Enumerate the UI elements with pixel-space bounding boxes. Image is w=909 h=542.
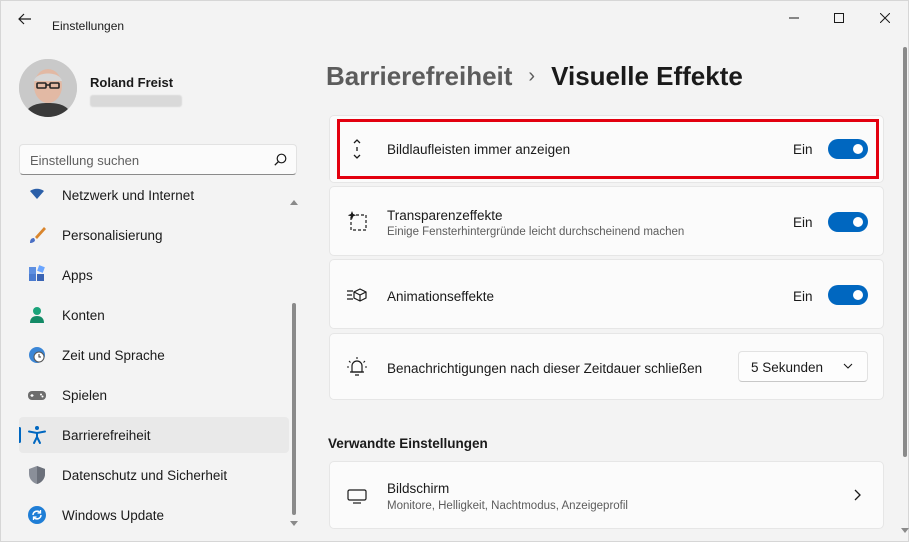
breadcrumb-parent[interactable]: Barrierefreiheit xyxy=(326,61,512,92)
toggle-state-label: Ein xyxy=(793,215,813,230)
transparency-toggle[interactable] xyxy=(828,212,868,232)
monitor-icon xyxy=(346,485,368,507)
minimize-icon xyxy=(789,17,799,19)
main-scrollbar[interactable] xyxy=(900,43,909,539)
transparency-icon xyxy=(346,210,368,232)
network-icon xyxy=(30,188,44,199)
sidebar-item-gaming[interactable]: Spielen xyxy=(19,377,289,413)
sidebar-item-personalization[interactable]: Personalisierung xyxy=(19,217,289,253)
chevron-down-icon xyxy=(843,363,853,369)
sidebar-item-accounts[interactable]: Konten xyxy=(19,297,289,333)
sidebar-item-label: Zeit und Sprache xyxy=(62,347,165,363)
page-title: Visuelle Effekte xyxy=(551,61,743,91)
close-button[interactable] xyxy=(862,7,908,29)
setting-title: Transparenzeffekte xyxy=(387,208,503,223)
animation-toggle[interactable] xyxy=(828,285,868,305)
sidebar-scrollbar-thumb[interactable] xyxy=(292,303,296,515)
scroll-down-icon[interactable] xyxy=(901,528,909,534)
setting-subtitle: Einige Fensterhintergründe leicht durchs… xyxy=(387,226,685,238)
title-bar: Einstellungen xyxy=(1,1,909,35)
main-scrollbar-thumb[interactable] xyxy=(903,47,907,457)
toggle-knob xyxy=(853,217,863,227)
sidebar-item-windows-update[interactable]: Windows Update xyxy=(19,497,289,533)
maximize-button[interactable] xyxy=(816,7,862,29)
shield-icon xyxy=(29,466,45,484)
maximize-icon xyxy=(834,13,844,23)
sidebar-item-accessibility[interactable]: Barrierefreiheit xyxy=(19,417,289,453)
minimize-button[interactable] xyxy=(771,7,817,29)
dropdown-selected-value: 5 Sekunden xyxy=(751,360,824,375)
bell-icon xyxy=(346,356,368,378)
person-photo-icon xyxy=(19,59,77,117)
sidebar-item-time-language[interactable]: Zeit und Sprache xyxy=(19,337,289,373)
sidebar-item-label: Datenschutz und Sicherheit xyxy=(62,467,228,483)
section-heading-related: Verwandte Einstellungen xyxy=(328,436,488,451)
search-icon[interactable] xyxy=(274,153,287,166)
sidebar-item-label: Konten xyxy=(62,307,105,323)
scroll-arrows-icon xyxy=(346,138,368,160)
sidebar-nav: Netzwerk und Internet Personalisierung A… xyxy=(19,187,291,537)
profile-email-blurred xyxy=(90,95,182,107)
app-title: Einstellungen xyxy=(52,19,125,33)
sidebar-item-label: Barrierefreiheit xyxy=(62,427,151,443)
related-display-card[interactable]: Bildschirm Monitore, Helligkeit, Nachtmo… xyxy=(329,461,884,529)
sidebar-item-apps[interactable]: Apps xyxy=(19,257,289,293)
close-icon xyxy=(880,13,890,23)
sidebar-scrollbar[interactable] xyxy=(289,197,299,531)
back-button[interactable] xyxy=(11,9,39,29)
sidebar-item-privacy-security[interactable]: Datenschutz und Sicherheit xyxy=(19,457,289,493)
settings-window: Einstellungen Roland Freist Einstellung … xyxy=(0,0,909,542)
setting-scrollbars-card: Bildlaufleisten immer anzeigen Ein xyxy=(329,115,884,183)
toggle-state-label: Ein xyxy=(793,142,813,157)
setting-title: Bildlaufleisten immer anzeigen xyxy=(387,142,571,157)
sidebar-item-label: Spielen xyxy=(62,387,108,403)
toggle-state-label: Ein xyxy=(793,289,813,304)
chevron-right-icon xyxy=(854,489,861,501)
scroll-up-icon[interactable] xyxy=(290,199,298,205)
search-input[interactable] xyxy=(30,151,260,169)
breadcrumb-separator: › xyxy=(528,65,536,87)
toggle-knob xyxy=(853,290,863,300)
sidebar-item-label: Personalisierung xyxy=(62,227,163,243)
setting-animation-card: Animationseffekte Ein xyxy=(329,259,884,329)
avatar[interactable] xyxy=(19,59,77,117)
scroll-down-icon[interactable] xyxy=(290,521,298,527)
setting-transparency-card: Transparenzeffekte Einige Fensterhinterg… xyxy=(329,186,884,256)
notification-duration-dropdown[interactable]: 5 Sekunden xyxy=(738,351,868,382)
sidebar-item-label: Apps xyxy=(62,267,93,283)
search-box[interactable] xyxy=(19,144,297,175)
sidebar-item-network[interactable]: Netzwerk und Internet xyxy=(19,187,289,213)
toggle-knob xyxy=(853,144,863,154)
sidebar-item-label: Netzwerk und Internet xyxy=(62,187,195,203)
setting-title: Benachrichtigungen nach dieser Zeitdauer… xyxy=(387,361,703,376)
setting-title: Bildschirm xyxy=(387,481,450,496)
apps-icon xyxy=(29,265,45,281)
setting-subtitle: Monitore, Helligkeit, Nachtmodus, Anzeig… xyxy=(387,500,628,512)
accessibility-icon xyxy=(28,426,46,444)
globe-clock-icon xyxy=(29,347,45,363)
sidebar-item-label: Windows Update xyxy=(62,507,165,523)
animation-icon xyxy=(346,284,368,306)
scrollbars-toggle[interactable] xyxy=(828,139,868,159)
gamepad-icon xyxy=(28,391,46,400)
profile-name: Roland Freist xyxy=(90,75,174,90)
breadcrumb: Barrierefreiheit › Visuelle Effekte xyxy=(326,61,743,92)
setting-title: Animationseffekte xyxy=(387,289,495,304)
setting-notification-duration-card: Benachrichtigungen nach dieser Zeitdauer… xyxy=(329,333,884,400)
brush-icon xyxy=(30,227,46,243)
person-icon xyxy=(30,307,44,323)
arrow-left-icon xyxy=(18,13,31,25)
update-icon xyxy=(28,506,46,524)
